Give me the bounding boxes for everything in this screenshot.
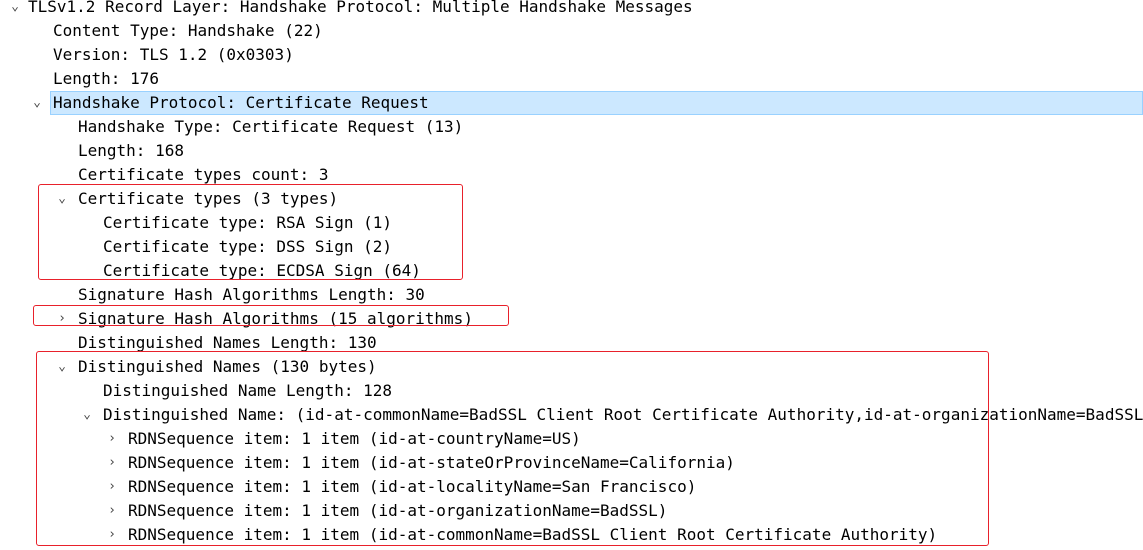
tree-label: Signature Hash Algorithms (15 algorithms… [78,309,473,328]
tree-row-dn-length[interactable]: Distinguished Names Length: 130 [0,331,1143,355]
chevron-right-icon[interactable]: › [105,427,119,451]
tree-label: Certificate type: RSA Sign (1) [103,213,392,232]
tree-row-handshake-type[interactable]: Handshake Type: Certificate Request (13) [0,115,1143,139]
tree-label: Signature Hash Algorithms Length: 30 [78,285,425,304]
tree-label: RDNSequence item: 1 item (id-at-organiza… [128,501,668,520]
tree-row-rdn-sequence-item[interactable]: › RDNSequence item: 1 item (id-at-stateO… [0,451,1143,475]
tree-row-rdn-sequence-item[interactable]: › RDNSequence item: 1 item (id-at-organi… [0,499,1143,523]
tree-label: Distinguished Names (130 bytes) [78,357,377,376]
chevron-right-icon[interactable]: › [105,523,119,547]
tree-label: Certificate type: DSS Sign (2) [103,237,392,256]
tree-row-version[interactable]: Version: TLS 1.2 (0x0303) [0,43,1143,67]
chevron-down-icon[interactable]: ⌄ [80,403,94,427]
tree-row-content-type[interactable]: Content Type: Handshake (22) [0,19,1143,43]
tree-row-length[interactable]: Length: 176 [0,67,1143,91]
tree-row-cert-type[interactable]: Certificate type: ECDSA Sign (64) [0,259,1143,283]
tree-label: Length: 176 [53,69,159,88]
tree-label: Handshake Protocol: Certificate Request [53,93,429,112]
chevron-down-icon[interactable]: ⌄ [55,187,69,211]
tree-label: Certificate types (3 types) [78,189,339,208]
tree-row-sig-hash-algorithms[interactable]: › Signature Hash Algorithms (15 algorith… [0,307,1143,331]
chevron-down-icon[interactable]: ⌄ [30,91,44,115]
tree-row-handshake-protocol[interactable]: ⌄ Handshake Protocol: Certificate Reques… [0,91,1143,115]
tree-row-record-layer[interactable]: ⌄ TLSv1.2 Record Layer: Handshake Protoc… [0,0,1143,19]
tree-row-cert-types[interactable]: ⌄ Certificate types (3 types) [0,187,1143,211]
tree-label: TLSv1.2 Record Layer: Handshake Protocol… [28,0,693,16]
tree-row-cert-type[interactable]: Certificate type: DSS Sign (2) [0,235,1143,259]
chevron-down-icon[interactable]: ⌄ [8,0,22,19]
packet-details-tree[interactable]: ⌄ TLSv1.2 Record Layer: Handshake Protoc… [0,0,1143,550]
tree-label: Certificate type: ECDSA Sign (64) [103,261,421,280]
tree-label: Version: TLS 1.2 (0x0303) [53,45,294,64]
tree-label: Handshake Type: Certificate Request (13) [78,117,464,136]
tree-row-rdn-sequence-item[interactable]: › RDNSequence item: 1 item (id-at-countr… [0,427,1143,451]
tree-row-distinguished-name[interactable]: ⌄ Distinguished Name: (id-at-commonName=… [0,403,1143,427]
tree-row-rdn-sequence-item[interactable]: › RDNSequence item: 1 item (id-at-locali… [0,475,1143,499]
chevron-right-icon[interactable]: › [55,307,69,331]
tree-label: RDNSequence item: 1 item (id-at-stateOrP… [128,453,735,472]
chevron-right-icon[interactable]: › [105,499,119,523]
tree-row-rdn-sequence-item[interactable]: › RDNSequence item: 1 item (id-at-common… [0,523,1143,547]
tree-label: Distinguished Name: (id-at-commonName=Ba… [103,405,1143,424]
tree-row-cert-type[interactable]: Certificate type: RSA Sign (1) [0,211,1143,235]
chevron-right-icon[interactable]: › [105,451,119,475]
tree-row-distinguished-names[interactable]: ⌄ Distinguished Names (130 bytes) [0,355,1143,379]
tree-label: RDNSequence item: 1 item (id-at-locality… [128,477,697,496]
tree-row-sig-hash-length[interactable]: Signature Hash Algorithms Length: 30 [0,283,1143,307]
tree-label: Distinguished Name Length: 128 [103,381,392,400]
tree-label: Content Type: Handshake (22) [53,21,323,40]
tree-label: RDNSequence item: 1 item (id-at-countryN… [128,429,581,448]
tree-label: Certificate types count: 3 [78,165,329,184]
tree-label: RDNSequence item: 1 item (id-at-commonNa… [128,525,938,544]
tree-label: Length: 168 [78,141,184,160]
chevron-right-icon[interactable]: › [105,475,119,499]
tree-row-cert-types-count[interactable]: Certificate types count: 3 [0,163,1143,187]
chevron-down-icon[interactable]: ⌄ [55,355,69,379]
tree-label: Distinguished Names Length: 130 [78,333,377,352]
tree-row-dn-item-length[interactable]: Distinguished Name Length: 128 [0,379,1143,403]
tree-row-handshake-length[interactable]: Length: 168 [0,139,1143,163]
